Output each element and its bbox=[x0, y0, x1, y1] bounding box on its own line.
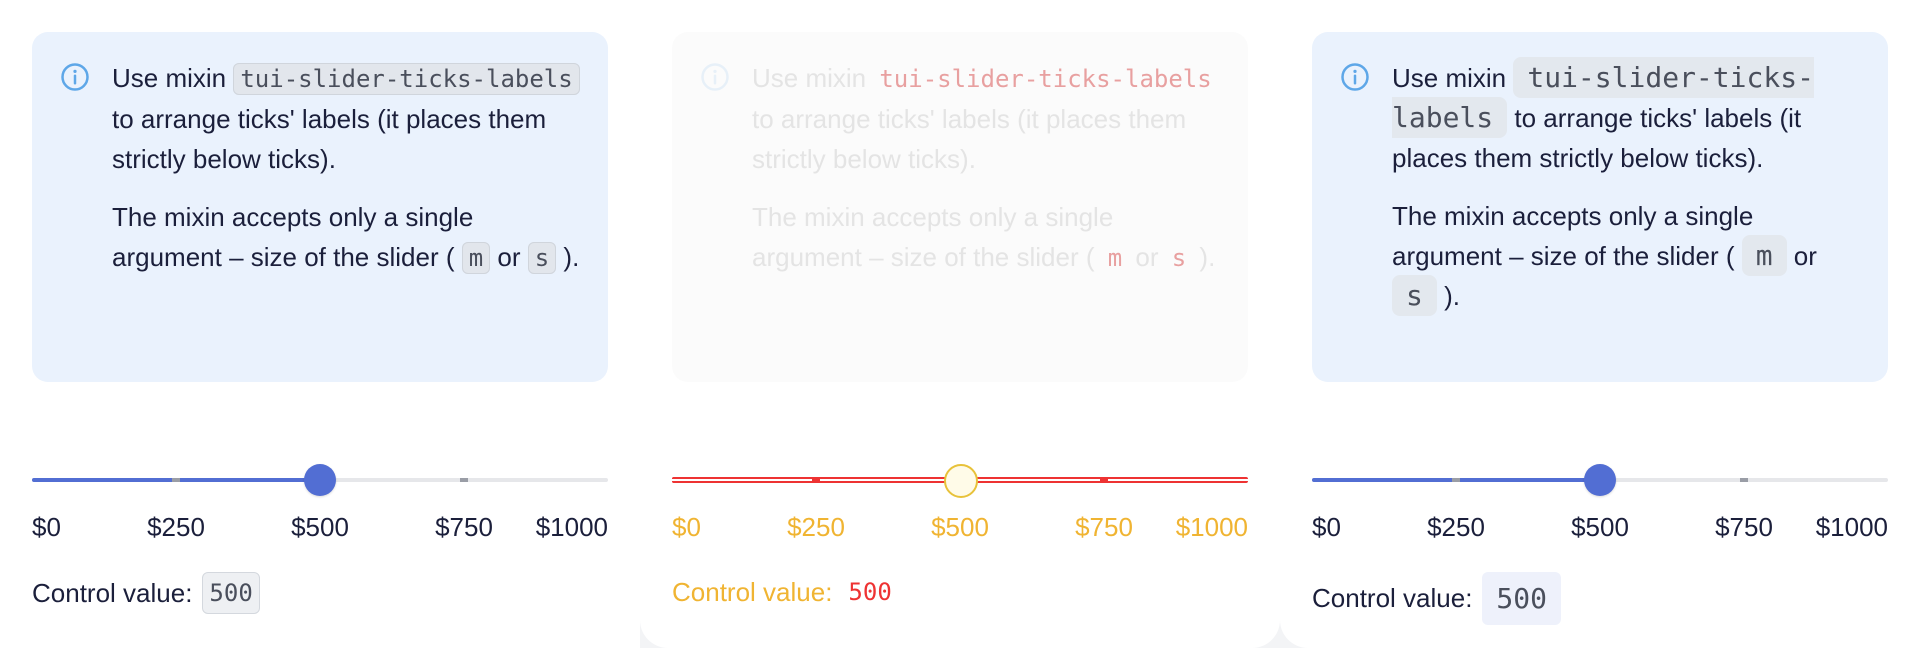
tick-label-1000: $1000 bbox=[1815, 512, 1888, 542]
control-value-label: Control value: bbox=[1312, 583, 1473, 613]
notice-paragraph-2: The mixin accepts only a single argument… bbox=[112, 202, 580, 274]
control-value-label: Control value: bbox=[672, 576, 833, 607]
control-value: 500 bbox=[1482, 572, 1561, 625]
notice-paragraph-2: The mixin accepts only a single argument… bbox=[752, 202, 1216, 272]
tick-label-250: $250 bbox=[147, 512, 205, 542]
mixin-name-code: tui-slider-ticks-labels bbox=[233, 63, 580, 95]
size-s-code: s bbox=[1392, 275, 1437, 316]
tick-label-750: $750 bbox=[1715, 512, 1773, 542]
tick-label-500: $500 bbox=[291, 512, 349, 542]
range-slider[interactable]: $0 $250 $500 $750 $1000 bbox=[1312, 444, 1888, 556]
mixin-name-code: tui-slider-ticks-labels bbox=[879, 65, 1212, 93]
size-s-code: s bbox=[527, 242, 557, 274]
slider-thumb[interactable] bbox=[1584, 464, 1616, 496]
control-value: 500 bbox=[202, 572, 260, 614]
info-circle-icon bbox=[61, 63, 89, 91]
slider-tick-250 bbox=[812, 478, 820, 482]
slider-tick-250 bbox=[1452, 478, 1460, 482]
control-value-label: Control value: bbox=[32, 577, 193, 608]
tick-label-0: $0 bbox=[1312, 512, 1341, 542]
tick-label-500: $500 bbox=[931, 512, 989, 542]
example-panel-1: Use mixin tui-slider-ticks-labels to arr… bbox=[0, 0, 640, 648]
size-m-code: m bbox=[1107, 244, 1123, 272]
size-m-code: m bbox=[1741, 235, 1787, 276]
tick-label-1000: $1000 bbox=[1175, 512, 1248, 542]
slider-tick-750 bbox=[460, 478, 468, 482]
range-slider[interactable]: $0 $250 $500 $750 $1000 bbox=[672, 444, 1248, 556]
slider-thumb[interactable] bbox=[304, 464, 336, 496]
control-value: 500 bbox=[848, 578, 892, 606]
tick-label-250: $250 bbox=[787, 512, 845, 542]
notice-paragraph-1: Use mixin tui-slider-ticks-labels to arr… bbox=[1392, 57, 1860, 178]
notice-paragraph-1: Use mixin tui-slider-ticks-labels to arr… bbox=[112, 58, 580, 179]
tick-label-0: $0 bbox=[32, 512, 61, 542]
info-circle-icon bbox=[1341, 63, 1369, 91]
tick-label-500: $500 bbox=[1571, 512, 1629, 542]
control-value-row: Control value: 500 bbox=[672, 572, 1248, 612]
size-m-code: m bbox=[461, 242, 491, 274]
example-panel-2: Use mixin tui-slider-ticks-labels to arr… bbox=[640, 0, 1280, 648]
info-notice: Use mixin tui-slider-ticks-labels to arr… bbox=[32, 32, 608, 382]
control-value-row: Control value: 500 bbox=[1312, 572, 1888, 625]
notice-paragraph-2: The mixin accepts only a single argument… bbox=[1392, 196, 1860, 316]
range-slider[interactable]: $0 $250 $500 $750 $1000 bbox=[32, 444, 608, 556]
info-notice: Use mixin tui-slider-ticks-labels to arr… bbox=[672, 32, 1248, 382]
size-s-code: s bbox=[1171, 244, 1187, 272]
tick-label-750: $750 bbox=[1075, 512, 1133, 542]
tick-label-250: $250 bbox=[1427, 512, 1485, 542]
control-value-row: Control value: 500 bbox=[32, 572, 608, 614]
tick-label-750: $750 bbox=[435, 512, 493, 542]
tick-label-1000: $1000 bbox=[535, 512, 608, 542]
tick-label-0: $0 bbox=[672, 512, 701, 542]
info-notice: Use mixin tui-slider-ticks-labels to arr… bbox=[1312, 32, 1888, 382]
example-panel-3: Use mixin tui-slider-ticks-labels to arr… bbox=[1280, 0, 1920, 648]
slider-tick-250 bbox=[172, 478, 180, 482]
info-circle-icon bbox=[701, 63, 729, 91]
slider-tick-750 bbox=[1100, 478, 1108, 482]
slider-thumb[interactable] bbox=[944, 464, 978, 498]
slider-tick-750 bbox=[1740, 478, 1748, 482]
comparison-stage: Use mixin tui-slider-ticks-labels to arr… bbox=[0, 0, 1920, 648]
notice-paragraph-1: Use mixin tui-slider-ticks-labels to arr… bbox=[752, 58, 1220, 179]
